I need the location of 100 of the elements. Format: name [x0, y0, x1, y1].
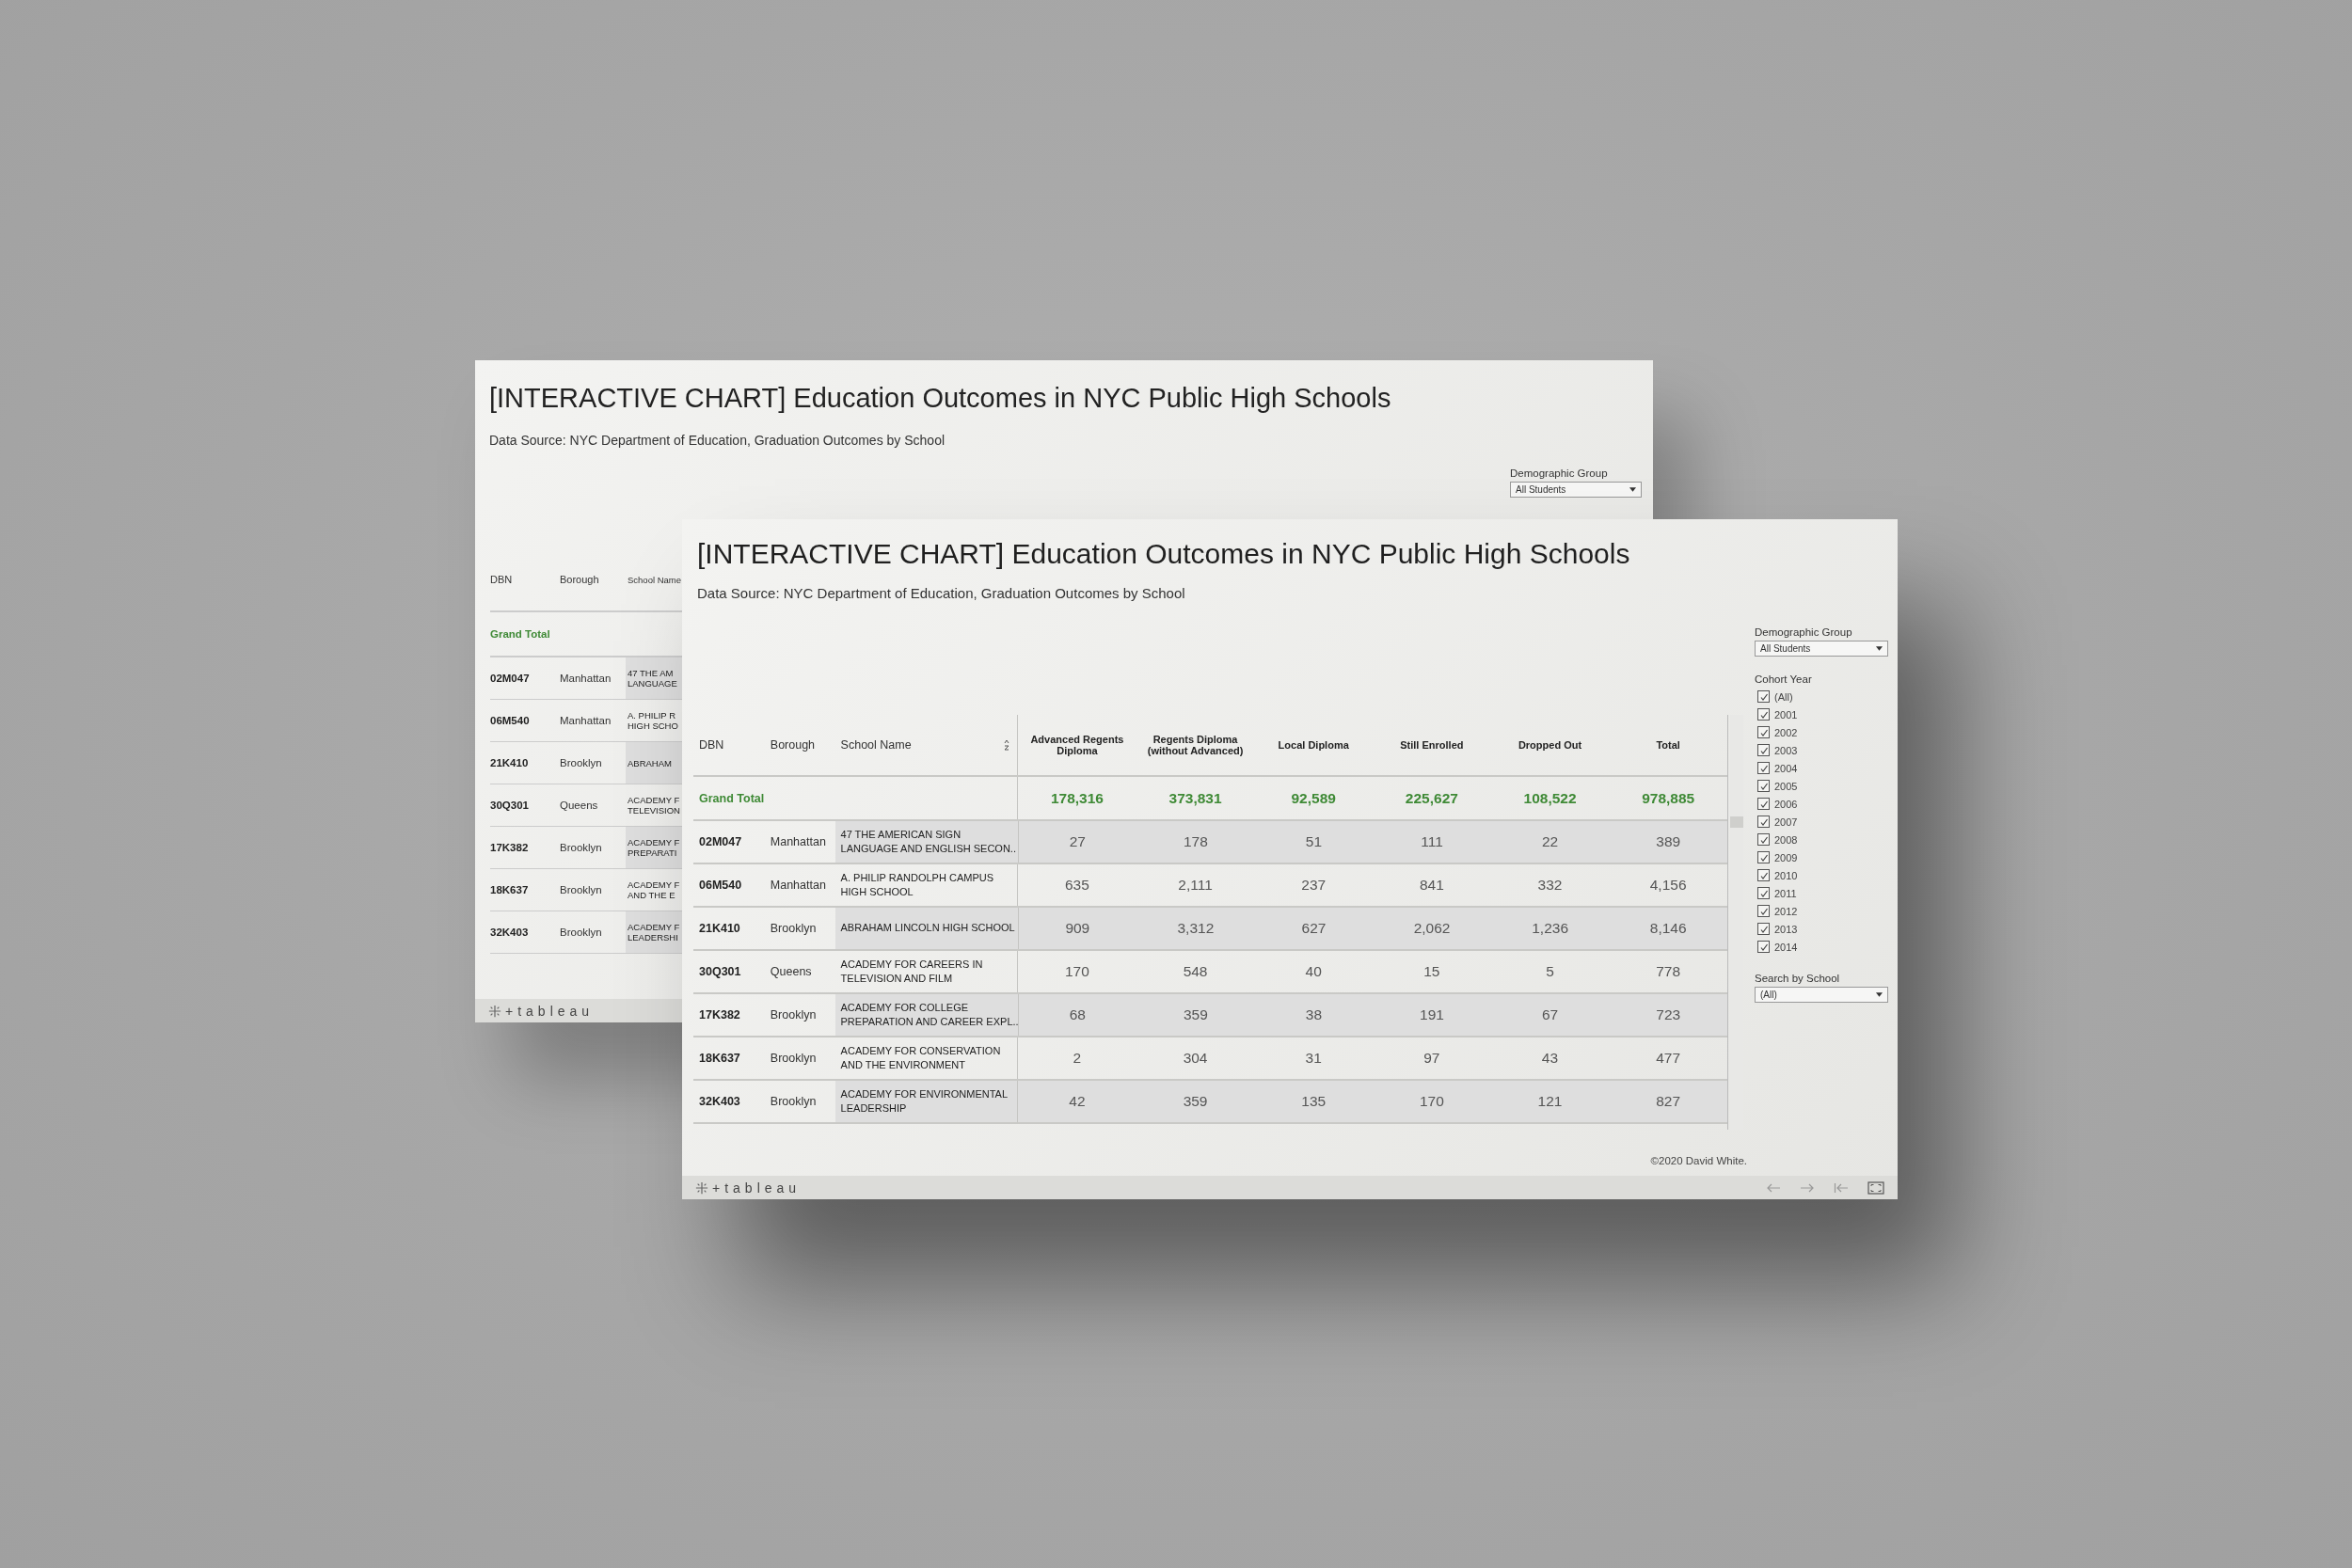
table-cell-text: 02M047 — [490, 672, 531, 686]
checkbox[interactable] — [1757, 887, 1770, 899]
column-header: Borough — [560, 574, 600, 585]
copyright-text: ©2020 David White. — [1650, 1155, 1747, 1166]
dashboard-title: [INTERACTIVE CHART] Education Outcomes in NYC Public High Schools — [489, 383, 1392, 414]
table-cell: Brooklyn — [770, 1008, 817, 1022]
checkbox[interactable] — [1757, 816, 1770, 828]
checkbox[interactable] — [1757, 780, 1770, 792]
dropdown[interactable]: All Students — [1755, 641, 1888, 657]
checkbox-label: 2006 — [1774, 798, 1798, 810]
table-cell: 635 — [1065, 877, 1089, 894]
table-cell-text: Brooklyn — [560, 841, 603, 855]
grand-total-value: 92,589 — [1291, 789, 1336, 807]
table-cell-text: Manhattan — [560, 672, 612, 686]
checkbox[interactable] — [1757, 923, 1770, 935]
grand-total-value: 108,522 — [1523, 789, 1577, 807]
checkbox-label: 2009 — [1774, 851, 1798, 863]
table-cell-text: 32K403 — [490, 926, 530, 940]
table-cell: Brooklyn — [770, 1052, 817, 1065]
sort-icon[interactable] — [1004, 739, 1010, 751]
table-cell: 627 — [1301, 920, 1327, 937]
checkbox[interactable] — [1757, 851, 1770, 863]
checkbox[interactable] — [1757, 726, 1770, 738]
table-cell: 111 — [1421, 833, 1443, 850]
checkbox-label: 2004 — [1774, 762, 1798, 774]
table-cell: 22 — [1542, 833, 1559, 850]
table-cell: 304 — [1183, 1050, 1208, 1067]
checkbox[interactable] — [1757, 833, 1770, 846]
table-cell: 2 — [1073, 1050, 1082, 1067]
table-cell-text: ACADEMY FOR COLLEGE PREPARATION AND CAREER EXPL.. — [840, 1000, 1019, 1029]
fullscreen-icon[interactable] — [1867, 1180, 1884, 1195]
table-cell: 42 — [1069, 1093, 1086, 1110]
table-cell: 170 — [1065, 963, 1089, 980]
dropdown[interactable]: (All) — [1755, 987, 1888, 1003]
checkbox[interactable] — [1757, 941, 1770, 953]
column-header: Regents Diploma (without Advanced) — [1147, 734, 1244, 756]
table-cell: 548 — [1183, 963, 1208, 980]
checkbox[interactable] — [1757, 690, 1770, 703]
table-cell: 40 — [1305, 963, 1322, 980]
data-source-text: Data Source: NYC Department of Education, Graduation Outcomes by School — [489, 433, 946, 448]
checkbox-label: 2001 — [1774, 708, 1798, 721]
table-cell-text: ACADEMY FOR CONSERVATION AND THE ENVIRONMENT — [840, 1043, 1001, 1072]
table-cell: 237 — [1301, 877, 1327, 894]
table-cell: 30Q301 — [699, 965, 741, 978]
checkbox-label: 2014 — [1774, 941, 1798, 953]
table-cell: Queens — [770, 965, 812, 978]
checkbox[interactable] — [1757, 708, 1770, 721]
table-cell: 909 — [1065, 920, 1090, 937]
checkbox[interactable] — [1757, 869, 1770, 881]
table-cell-text: A. PHILIP RANDOLPH CAMPUS HIGH SCHOOL — [840, 870, 993, 899]
checkbox[interactable] — [1757, 905, 1770, 917]
checkbox-label: 2007 — [1774, 816, 1798, 828]
caret-icon — [1876, 646, 1883, 651]
table-cell: 31 — [1305, 1050, 1322, 1067]
checkbox-label: 2002 — [1774, 726, 1798, 738]
checkbox[interactable] — [1757, 744, 1770, 756]
table-cell: ACADEMY F LEADERSHI — [626, 911, 682, 953]
table-cell-text: 18K637 — [490, 883, 530, 897]
table-cell: 191 — [1420, 1006, 1444, 1023]
checkbox-label: 2013 — [1774, 923, 1798, 935]
table-cell: 38 — [1305, 1006, 1323, 1023]
table-cell: 32K403 — [699, 1095, 740, 1108]
table-cell: 47 THE AM LANGUAGE — [626, 657, 682, 699]
column-header: Advanced Regents Diploma — [1030, 734, 1124, 756]
checkbox-label: 2003 — [1774, 744, 1798, 756]
table-cell-text: Queens — [560, 799, 599, 813]
caret-icon — [1629, 487, 1636, 492]
table-cell: 43 — [1541, 1050, 1559, 1067]
dropdown[interactable]: All Students — [1510, 482, 1642, 498]
table-cell-text: ACADEMY F TELEVISION — [627, 794, 681, 817]
checkbox-label: 2008 — [1774, 833, 1798, 846]
column-header: Borough — [769, 737, 817, 753]
checkbox-label: 2005 — [1774, 780, 1798, 792]
table-cell: 121 — [1537, 1093, 1563, 1110]
table-cell: 170 — [1419, 1093, 1444, 1110]
checkbox[interactable] — [1757, 798, 1770, 810]
table-cell: 778 — [1656, 963, 1681, 980]
table-cell-text: Brooklyn — [560, 883, 603, 897]
table-cell-text: 21K410 — [490, 756, 530, 770]
filter-label: Cohort Year — [1755, 673, 1813, 685]
table-cell: ABRAHAM LINCOLN HIGH SCHOOL — [840, 921, 1015, 936]
table-cell: Brooklyn — [770, 922, 817, 935]
table-cell: 5 — [1546, 963, 1554, 980]
checkbox[interactable] — [1757, 762, 1770, 774]
caret-icon — [1876, 992, 1883, 997]
table-cell: Brooklyn — [770, 1095, 817, 1108]
column-header: DBN — [698, 737, 725, 753]
data-source-text: Data Source: NYC Department of Education, Graduation Outcomes by School — [697, 585, 1186, 601]
column-header: Still Enrolled — [1400, 739, 1464, 751]
table-cell: 17K382 — [699, 1008, 740, 1022]
table-cell-text: Brooklyn — [560, 756, 603, 770]
table-cell: 02M047 — [699, 835, 742, 848]
table-cell: 4,156 — [1649, 877, 1687, 894]
table-cell: 827 — [1656, 1093, 1681, 1110]
table-cell: Manhattan — [770, 835, 826, 848]
table-cell: 06M540 — [699, 879, 742, 892]
table-cell: 68 — [1069, 1006, 1086, 1023]
table-cell: 135 — [1301, 1093, 1327, 1110]
grand-total-value: 225,627 — [1405, 789, 1458, 807]
table-cell: 723 — [1656, 1006, 1681, 1023]
